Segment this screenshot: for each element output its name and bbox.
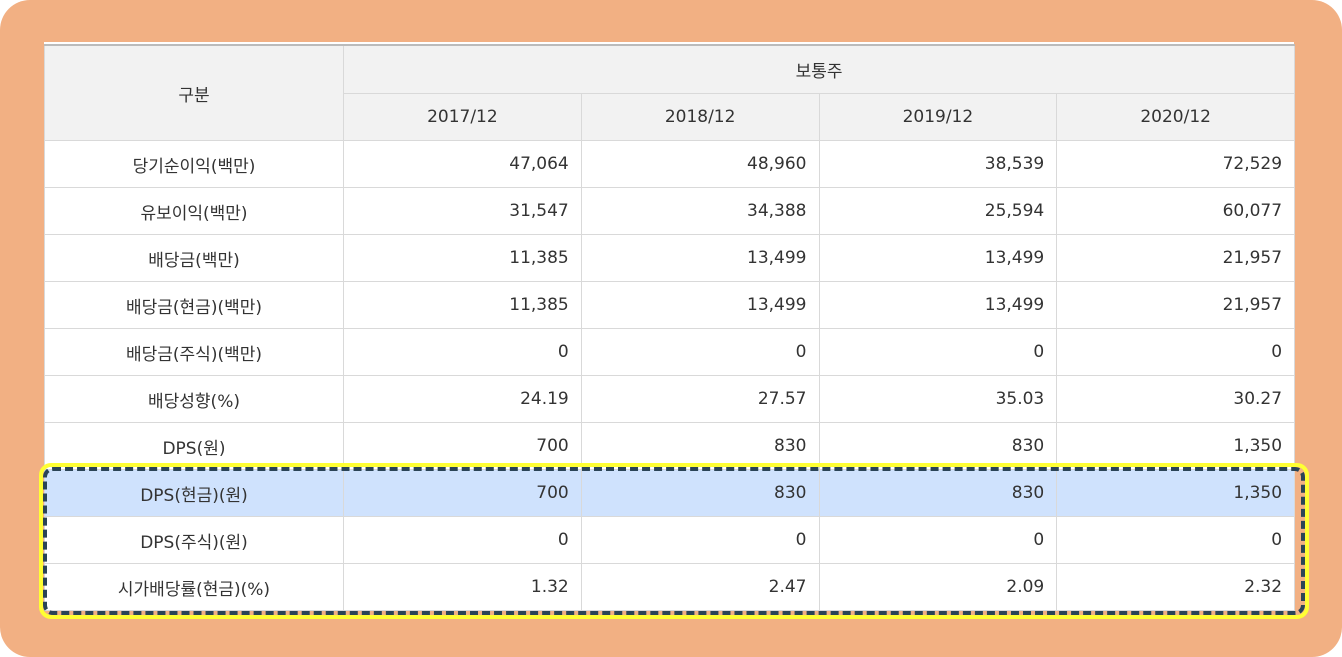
- table-cell: 2.32: [1056, 563, 1296, 611]
- row-label: DPS(원): [44, 422, 344, 470]
- table-cell: 0: [580, 516, 820, 564]
- table-cell: 0: [343, 516, 582, 564]
- dividend-table: 구분 보통주 2017/12 2018/12 2019/12 2020/12 당…: [44, 44, 1296, 611]
- table-cell: 25,594: [818, 187, 1058, 235]
- table-cell: 48,960: [580, 140, 820, 188]
- table-cell: 0: [580, 328, 820, 376]
- table-cell: 72,529: [1056, 140, 1296, 188]
- table-cell: 30.27: [1056, 375, 1296, 423]
- category-header: 구분: [44, 44, 344, 141]
- table-cell: 11,385: [343, 234, 582, 282]
- table-cell: 35.03: [818, 375, 1058, 423]
- table-cell: 830: [580, 469, 820, 517]
- table-cell: 24.19: [343, 375, 582, 423]
- table-cell: 47,064: [343, 140, 582, 188]
- row-label: 배당금(현금)(백만): [44, 281, 344, 329]
- year-header: 2019/12: [818, 93, 1058, 141]
- table-cell: 830: [818, 469, 1058, 517]
- table-row[interactable]: 배당금(현금)(백만) 11,385 13,499 13,499 21,957: [44, 281, 1296, 329]
- table-cell: 2.09: [818, 563, 1058, 611]
- table-cell: 0: [1056, 516, 1296, 564]
- table-cell: 13,499: [818, 234, 1058, 282]
- table-cell: 34,388: [580, 187, 820, 235]
- table-cell: 11,385: [343, 281, 582, 329]
- table-row[interactable]: 배당금(주식)(백만) 0 0 0 0: [44, 328, 1296, 376]
- row-label: 배당성향(%): [44, 375, 344, 423]
- table-cell: 700: [343, 422, 582, 470]
- table-cell: 38,539: [818, 140, 1058, 188]
- table-row[interactable]: DPS(주식)(원) 0 0 0 0: [44, 516, 1296, 564]
- table-cell: 0: [1056, 328, 1296, 376]
- row-label: 시가배당률(현금)(%): [44, 563, 344, 611]
- table-cell: 21,957: [1056, 281, 1296, 329]
- table-row[interactable]: 당기순이익(백만) 47,064 48,960 38,539 72,529: [44, 140, 1296, 188]
- row-label: 배당금(주식)(백만): [44, 328, 344, 376]
- table-row[interactable]: 배당성향(%) 24.19 27.57 35.03 30.27: [44, 375, 1296, 423]
- table-cell: 0: [343, 328, 582, 376]
- table-row[interactable]: DPS(원) 700 830 830 1,350: [44, 422, 1296, 470]
- table-row[interactable]: 배당금(백만) 11,385 13,499 13,499 21,957: [44, 234, 1296, 282]
- table-cell: 60,077: [1056, 187, 1296, 235]
- table-cell: 2.47: [580, 563, 820, 611]
- row-label: 유보이익(백만): [44, 187, 344, 235]
- table-cell: 0: [818, 516, 1058, 564]
- common-stock-header: 보통주: [342, 44, 1296, 94]
- year-header: 2020/12: [1056, 93, 1296, 141]
- table-cell: 1,350: [1056, 422, 1296, 470]
- table-cell: 13,499: [818, 281, 1058, 329]
- table-row[interactable]: 시가배당률(현금)(%) 1.32 2.47 2.09 2.32: [44, 563, 1296, 611]
- table-cell: 0: [818, 328, 1058, 376]
- table-cell: 830: [580, 422, 820, 470]
- row-label: 배당금(백만): [44, 234, 344, 282]
- table-cell: 700: [343, 469, 582, 517]
- year-header: 2018/12: [580, 93, 820, 141]
- row-label: DPS(주식)(원): [44, 516, 344, 564]
- row-label: DPS(현금)(원): [44, 469, 344, 517]
- selected-table-row[interactable]: DPS(현금)(원) 700 830 830 1,350: [44, 469, 1296, 517]
- table-cell: 1.32: [343, 563, 582, 611]
- table-cell: 13,499: [580, 234, 820, 282]
- table-cell: 31,547: [343, 187, 582, 235]
- table-cell: 1,350: [1056, 469, 1296, 517]
- table-row[interactable]: 유보이익(백만) 31,547 34,388 25,594 60,077: [44, 187, 1296, 235]
- year-header: 2017/12: [343, 93, 582, 141]
- row-label: 당기순이익(백만): [44, 140, 344, 188]
- table-cell: 21,957: [1056, 234, 1296, 282]
- table-cell: 13,499: [580, 281, 820, 329]
- table-cell: 830: [818, 422, 1058, 470]
- table-cell: 27.57: [580, 375, 820, 423]
